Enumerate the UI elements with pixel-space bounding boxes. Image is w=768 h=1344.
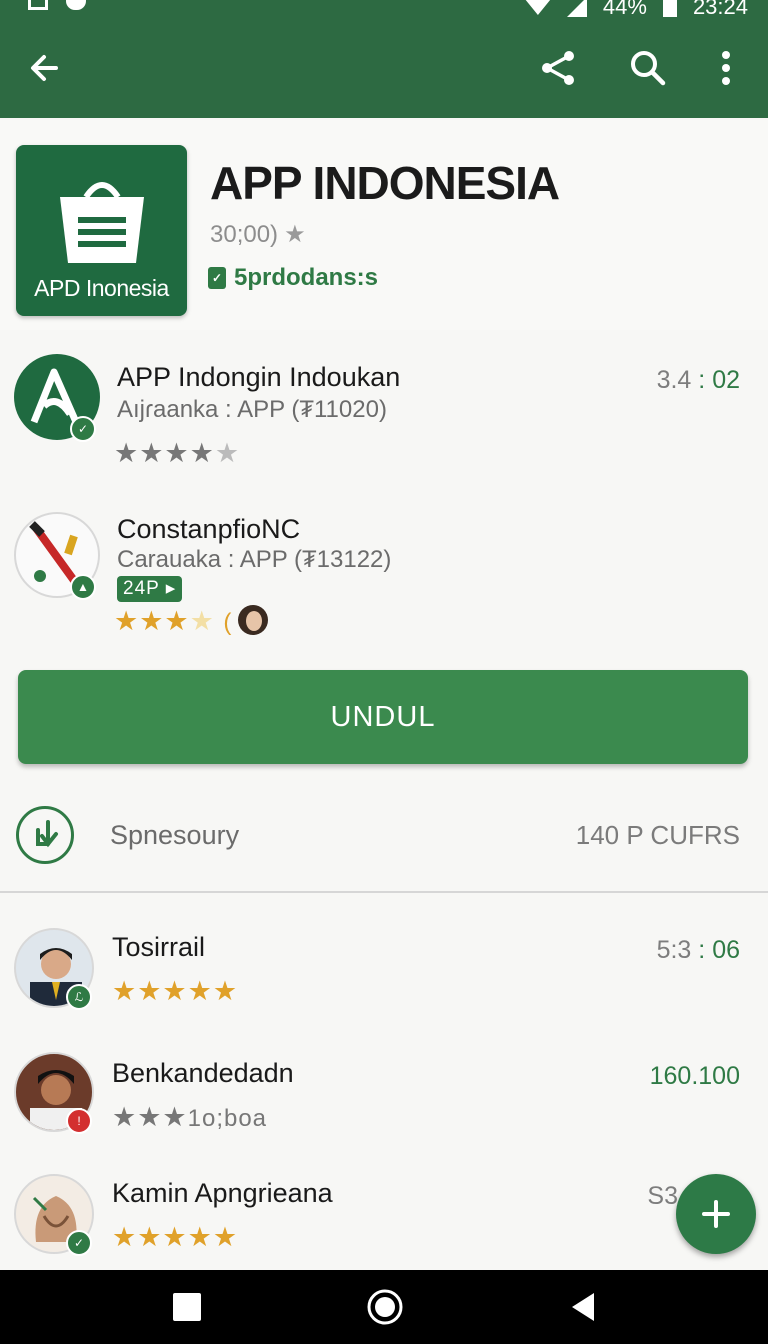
plus-icon xyxy=(702,1200,730,1228)
listing-meta: 3.4 : 02 xyxy=(656,366,740,394)
app-icon-caption: APD Inonesia xyxy=(34,275,169,301)
reviewer-row[interactable]: ℒ Tosirrail ★★★★★ 5:3 : 06 xyxy=(0,928,768,1018)
download-circle-icon[interactable] xyxy=(16,806,74,864)
triangle-back-icon xyxy=(572,1293,594,1321)
rating-stars: ★★★★ ( xyxy=(114,606,232,637)
check-badge-icon: ✓ xyxy=(70,416,96,442)
star-icon: ★★★ xyxy=(114,606,190,636)
app-bar: 44% 23:24 xyxy=(0,0,768,118)
recent-apps-button[interactable] xyxy=(164,1284,210,1330)
rating-count: 30;00) xyxy=(210,220,279,248)
listing-tag: 24P ▸ xyxy=(117,576,183,602)
add-fab-button[interactable] xyxy=(676,1174,756,1254)
rating-stars: ★★★★★ xyxy=(112,976,239,1006)
badge-icon: ▲ xyxy=(70,574,96,600)
app-title: APP INDONESIA xyxy=(210,157,560,209)
review-meta: 5:3 : 06 xyxy=(656,936,740,964)
battery-percent: 44% xyxy=(602,0,647,19)
signal-icon xyxy=(566,0,587,17)
search-icon xyxy=(631,51,666,86)
back-nav-button[interactable] xyxy=(560,1284,606,1330)
review-meta: S3 xyxy=(647,1182,678,1210)
status-bar: 44% 23:24 xyxy=(0,0,768,22)
section-divider xyxy=(0,891,768,893)
developer-name: 5prdodans:s xyxy=(234,264,379,291)
rating-stars: ★★★★★ xyxy=(112,1222,239,1252)
more-vert-icon xyxy=(722,51,730,85)
system-nav-bar xyxy=(0,1270,768,1344)
rating-stars: ★★★★★ xyxy=(114,438,240,469)
reviewer-name: Benkandedadn xyxy=(112,1058,294,1088)
app-rating: 30;00) ★ xyxy=(210,220,306,249)
list-item[interactable]: ✓ APP Indongin Indoukan Aıjɾaanka : APP … xyxy=(0,354,768,474)
circle-icon xyxy=(367,1289,403,1325)
star-half-icon: ★ xyxy=(214,438,241,468)
listing-title: APP Indongin Indoukan xyxy=(117,362,401,392)
verified-badge-icon: ✓ xyxy=(208,267,226,289)
app-icon[interactable]: APD Inonesia xyxy=(16,145,187,316)
paren-glyph: ( xyxy=(223,609,233,636)
more-options-button[interactable] xyxy=(702,44,750,92)
shopping-bag-icon xyxy=(60,182,144,263)
star-icon: ★ xyxy=(284,221,306,248)
listing-subtitle: Aıjɾaanka : APP (₮11020) xyxy=(117,396,387,423)
reviewer-row[interactable]: ! Benkandedadn ★★★1o;boa 160.100 xyxy=(0,1052,768,1142)
star-icon: ★★★★ xyxy=(114,438,215,468)
rating-stars: ★★★1o;boa xyxy=(112,1102,268,1132)
share-icon xyxy=(542,51,574,85)
star-empty-icon: ★ xyxy=(189,606,215,636)
reviewer-thumb-avatar xyxy=(238,605,268,635)
alert-badge-icon: ! xyxy=(66,1108,92,1134)
sponsored-count: 140 P CUFRS xyxy=(575,820,740,850)
wifi-icon xyxy=(524,0,551,15)
listing-title: ConstanpfioNC xyxy=(117,514,301,544)
square-icon xyxy=(173,1293,201,1321)
clock: 23:24 xyxy=(692,0,748,19)
review-meta: 160.100 xyxy=(649,1062,740,1090)
share-button[interactable] xyxy=(534,44,582,92)
install-button[interactable]: UNDUL xyxy=(18,670,748,764)
notification-dot-icon xyxy=(66,0,86,10)
battery-icon xyxy=(662,0,677,17)
back-button[interactable] xyxy=(20,44,68,92)
reviewer-name: Kamin Apngrieana xyxy=(112,1178,333,1208)
badge-icon: ℒ xyxy=(66,984,92,1010)
app-header-card: APD Inonesia APP INDONESIA 30;00) ★ ✓ 5p… xyxy=(0,120,768,330)
developer-link[interactable]: ✓ 5prdodans:s xyxy=(208,264,378,292)
listing-subtitle: Carauaka : APP (₮13122) xyxy=(117,546,392,573)
reviewer-name: Tosirrail xyxy=(112,932,206,962)
reviewer-row[interactable]: ✓ Kamin Apngrieana ★★★★★ S3 xyxy=(0,1174,768,1264)
notification-square-icon xyxy=(28,0,48,10)
home-button[interactable] xyxy=(362,1284,408,1330)
sponsored-label: Spnesoury xyxy=(110,820,240,850)
badge-icon: ✓ xyxy=(66,1230,92,1256)
arrow-back-icon xyxy=(31,55,58,81)
search-button[interactable] xyxy=(624,44,672,92)
